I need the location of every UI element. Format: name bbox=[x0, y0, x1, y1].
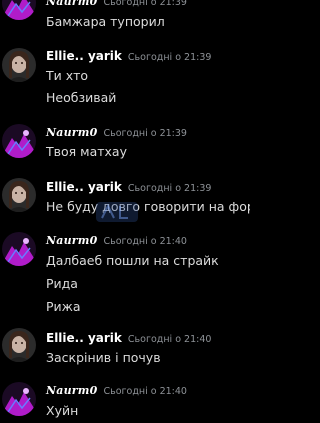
message-text: Рида bbox=[46, 276, 78, 291]
message-text: Твоя матхау bbox=[46, 144, 127, 159]
message-text: Ти хто bbox=[46, 68, 89, 83]
message-timestamp: Сьогодні о 21:39 bbox=[103, 128, 187, 139]
message-author[interactable]: Ellie.. yarik bbox=[46, 180, 122, 194]
message-author[interactable]: Ellie.. yarik bbox=[46, 331, 122, 345]
user-avatar-ellie-yarik[interactable] bbox=[2, 48, 36, 82]
user-avatar-ellie-yarik[interactable] bbox=[2, 178, 36, 212]
message-author[interactable]: Naurm0 bbox=[46, 0, 97, 8]
message-timestamp: Сьогодні о 21:40 bbox=[103, 236, 187, 247]
message-timestamp: Сьогодні о 21:39 bbox=[103, 0, 187, 8]
message-timestamp: Сьогодні о 21:40 bbox=[127, 334, 212, 345]
message-timestamp: Сьогодні о 21:39 bbox=[127, 183, 212, 194]
message-author[interactable]: Naurm0 bbox=[46, 126, 97, 139]
message-text: Заскрінив і почув bbox=[46, 350, 161, 365]
message-author[interactable]: Naurm0 bbox=[46, 234, 97, 247]
chat-message-list: Naurm0 Сьогодні о 21:39 Бамжара тупорил … bbox=[0, 0, 250, 423]
user-avatar-naurm0[interactable] bbox=[2, 124, 36, 158]
message-timestamp: Сьогодні о 21:39 bbox=[127, 52, 212, 63]
message-timestamp: Сьогодні о 21:40 bbox=[103, 386, 187, 397]
message-author[interactable]: Naurm0 bbox=[46, 384, 97, 397]
message-text: Бамжара тупорил bbox=[46, 14, 165, 29]
message-text: Далбаеб пошли на страйк bbox=[46, 253, 219, 268]
message-text: Рижа bbox=[46, 299, 81, 314]
user-avatar-ellie-yarik[interactable] bbox=[2, 328, 36, 362]
message-text: Не буду довго говорити на форум bbox=[46, 199, 250, 214]
user-avatar-naurm0[interactable] bbox=[2, 232, 36, 266]
user-avatar-naurm0[interactable] bbox=[2, 382, 36, 416]
message-author[interactable]: Ellie.. yarik bbox=[46, 49, 122, 63]
message-text: Необзивай bbox=[46, 90, 117, 105]
message-text: Хуйн bbox=[46, 403, 79, 418]
user-avatar-naurm0[interactable] bbox=[2, 0, 36, 20]
